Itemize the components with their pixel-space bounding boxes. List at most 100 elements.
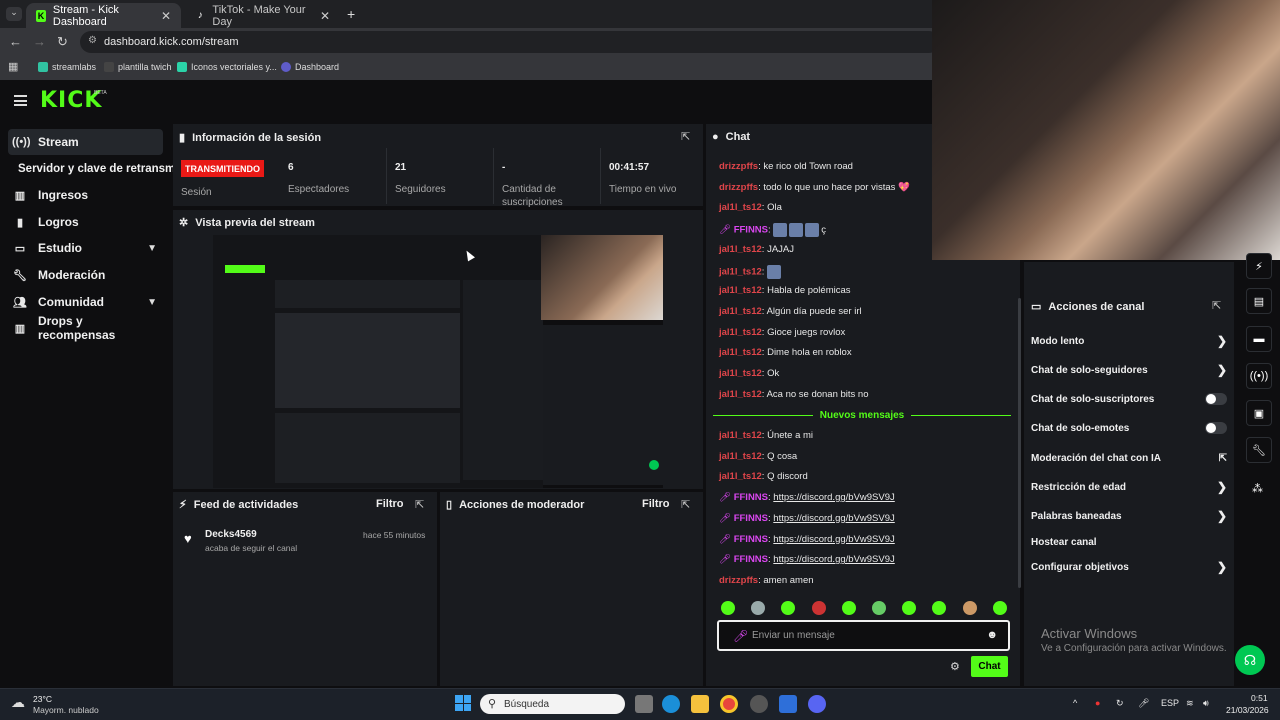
clock-date[interactable]: 21/03/2026 [1226,705,1269,715]
help-headset-icon[interactable]: ☊ [1235,645,1265,675]
quick-emote-icon[interactable] [721,601,735,615]
chat-username[interactable]: drizzpffs [719,182,758,193]
tray-mic-icon[interactable]: 🎤︎ [1138,698,1149,709]
file-explorer-icon[interactable] [691,695,709,713]
tray-chevron-up-icon[interactable]: ^ [1073,698,1077,708]
sidebar-item-logros[interactable]: ▮ Logros [8,209,163,235]
sidebar-item-moderacion[interactable]: 🔧︎ Moderación [8,262,163,288]
quick-tv-button[interactable]: ▣ [1246,400,1272,426]
tray-sync-icon[interactable]: ↻ [1116,698,1124,709]
chat-username[interactable]: FFINNS [734,534,768,545]
quick-document-button[interactable]: ▤ [1246,288,1272,314]
clock-time[interactable]: 0:51 [1251,693,1268,703]
sidebar-item-comunidad[interactable]: 👥︎ Comunidad ▼ [8,289,163,315]
obs-icon[interactable] [750,695,768,713]
bookmark-streamlabs[interactable]: streamlabs [38,62,96,72]
site-info-icon[interactable]: ⚙ [88,35,97,46]
chat-username[interactable]: jal1l_ts12 [719,347,762,358]
quick-emote-icon[interactable] [811,601,826,615]
chrome-icon[interactable] [720,695,738,713]
new-tab-button[interactable]: + [347,6,355,22]
popout-icon[interactable]: ⇱ [681,498,690,511]
chat-input[interactable]: 🎤︎ Enviar un mensaje ☻ [717,620,1010,651]
quick-share-icon[interactable]: ⁂ [1252,482,1263,495]
windows-start-icon[interactable] [455,695,471,711]
mod-filter-button[interactable]: Filtro [642,498,670,510]
chat-username[interactable]: jal1l_ts12 [719,389,762,400]
chat-username[interactable]: jal1l_ts12 [719,451,762,462]
task-view-icon[interactable] [635,695,653,713]
forward-icon[interactable]: → [33,34,46,49]
tray-app-icon[interactable]: ● [1095,698,1100,708]
stream-preview-video[interactable] [213,235,663,488]
sidebar-item-drops[interactable]: ▥ Drops y recompensas [8,314,163,342]
chat-username[interactable]: jal1l_ts12 [719,285,762,296]
channel-action-item[interactable]: Restricción de edad ❯ [1031,480,1227,494]
chat-link[interactable]: https://discord.gg/bVw9SV9J [773,554,894,565]
tab-search-chevron-icon[interactable]: ⌄ [6,7,22,21]
quick-chat-button[interactable]: ▬ [1246,326,1272,352]
chat-send-button[interactable]: Chat [971,656,1008,677]
chat-username[interactable]: jal1l_ts12 [719,202,762,213]
tab-kick-dashboard[interactable]: K Stream - Kick Dashboard ✕ [26,3,181,28]
channel-action-item[interactable]: Configurar objetivos ❯ [1031,560,1227,574]
channel-action-item[interactable]: Moderación del chat con IA ⇱ [1031,452,1227,464]
chat-username[interactable]: drizzpffs [719,575,758,586]
quick-emote-icon[interactable] [992,601,1007,615]
chat-username[interactable]: jal1l_ts12 [719,327,762,338]
close-tab-icon[interactable]: ✕ [161,9,171,23]
channel-action-item[interactable]: Hostear canal [1031,536,1227,548]
chat-username[interactable]: jal1l_ts12 [719,266,762,277]
bookmark-iconos[interactable]: Iconos vectoriales y... [177,62,277,72]
chat-link[interactable]: https://discord.gg/bVw9SV9J [773,492,894,503]
reload-icon[interactable]: ↻ [57,34,68,50]
chat-username[interactable]: FFINNS [734,225,768,236]
quick-wrench-button[interactable]: 🔧︎ [1246,437,1272,463]
weather-temp[interactable]: 23°C [33,694,52,704]
language-indicator[interactable]: ESP [1161,698,1179,708]
back-icon[interactable]: ← [9,34,22,49]
url-field[interactable]: ⚙ dashboard.kick.com/stream [80,31,940,53]
sidebar-item-estudio[interactable]: ▭ Estudio ▼ [8,235,163,261]
chat-username[interactable]: jal1l_ts12 [719,306,762,317]
chat-username[interactable]: FFINNS [734,513,768,524]
quick-emote-icon[interactable] [841,601,856,615]
taskbar-search[interactable]: ⚲ Búsqueda [480,694,625,714]
chat-username[interactable]: jal1l_ts12 [719,430,762,441]
popout-icon[interactable]: ⇱ [681,130,690,143]
close-tab-icon[interactable]: ✕ [320,9,330,23]
sidebar-item-stream[interactable]: ((•)) Stream [8,129,163,155]
channel-action-item[interactable]: Modo lento ❯ [1031,334,1227,348]
chat-username[interactable]: drizzpffs [719,161,758,172]
chat-link[interactable]: https://discord.gg/bVw9SV9J [773,513,894,524]
toggle-switch[interactable] [1205,393,1227,405]
channel-action-item[interactable]: Chat de solo-emotes [1031,422,1227,434]
chat-username[interactable]: jal1l_ts12 [719,471,762,482]
chat-link[interactable]: https://discord.gg/bVw9SV9J [773,534,894,545]
app-icon[interactable] [779,695,797,713]
emote-picker-icon[interactable]: ☻ [986,629,998,641]
activity-filter-button[interactable]: Filtro [376,498,404,510]
quick-emote-icon[interactable] [962,601,977,615]
bookmark-plantilla[interactable]: plantilla twich [104,62,172,72]
toggle-switch[interactable] [1205,422,1227,434]
chat-username[interactable]: FFINNS [734,492,768,503]
bookmark-dashboard[interactable]: Dashboard [281,62,339,72]
discord-icon[interactable] [808,695,826,713]
scrollbar[interactable] [1018,298,1021,588]
tab-tiktok[interactable]: ♪ TikTok - Make Your Day ✕ [185,3,340,28]
chat-settings-gear-icon[interactable]: ⚙ [950,660,960,673]
channel-action-item[interactable]: Palabras baneadas ❯ [1031,509,1227,523]
popout-icon[interactable]: ⇱ [415,498,424,511]
channel-action-item[interactable]: Chat de solo-suscriptores [1031,393,1227,405]
chat-username[interactable]: jal1l_ts12 [719,244,762,255]
sidebar-item-server-key[interactable]: Servidor y clave de retransm [18,156,178,182]
menu-hamburger-icon[interactable] [14,95,27,106]
activity-user[interactable]: Decks4569 [205,529,257,540]
apps-grid-icon[interactable]: ▦ [8,60,18,73]
tray-volume-icon[interactable]: 🔊︎ [1203,698,1209,709]
chat-username[interactable]: FFINNS [734,554,768,565]
edge-icon[interactable] [662,695,680,713]
chat-username[interactable]: jal1l_ts12 [719,368,762,379]
sidebar-item-ingresos[interactable]: ▥ Ingresos [8,182,163,208]
